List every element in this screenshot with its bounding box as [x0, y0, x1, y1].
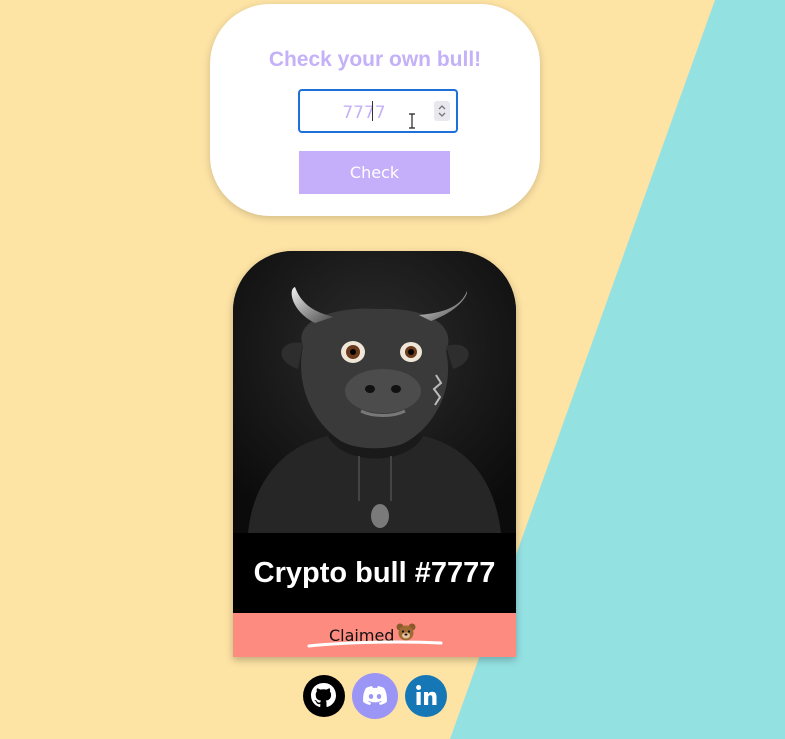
text-cursor-icon	[409, 113, 415, 129]
bull-card: Crypto bull #7777 Claimed	[233, 251, 516, 657]
bull-nft-image	[233, 251, 516, 533]
github-link[interactable]	[302, 674, 346, 718]
discord-link[interactable]	[352, 673, 398, 719]
bull-name-bar: Crypto bull #7777	[233, 533, 516, 613]
status-underline	[307, 640, 443, 648]
check-button[interactable]: Check	[299, 151, 450, 194]
github-icon[interactable]	[302, 674, 346, 718]
linkedin-icon[interactable]	[404, 674, 448, 718]
bull-name: Crypto bull #7777	[253, 557, 496, 589]
status-bar: Claimed	[233, 613, 516, 657]
bull-number-input[interactable]: 7777	[298, 89, 458, 133]
discord-icon[interactable]	[352, 673, 398, 719]
check-title: Check your own bull!	[268, 48, 482, 71]
check-panel: Check your own bull! 7777 Check	[210, 4, 540, 216]
number-stepper[interactable]	[434, 101, 450, 121]
linkedin-link[interactable]	[404, 674, 448, 718]
text-caret	[372, 101, 373, 121]
